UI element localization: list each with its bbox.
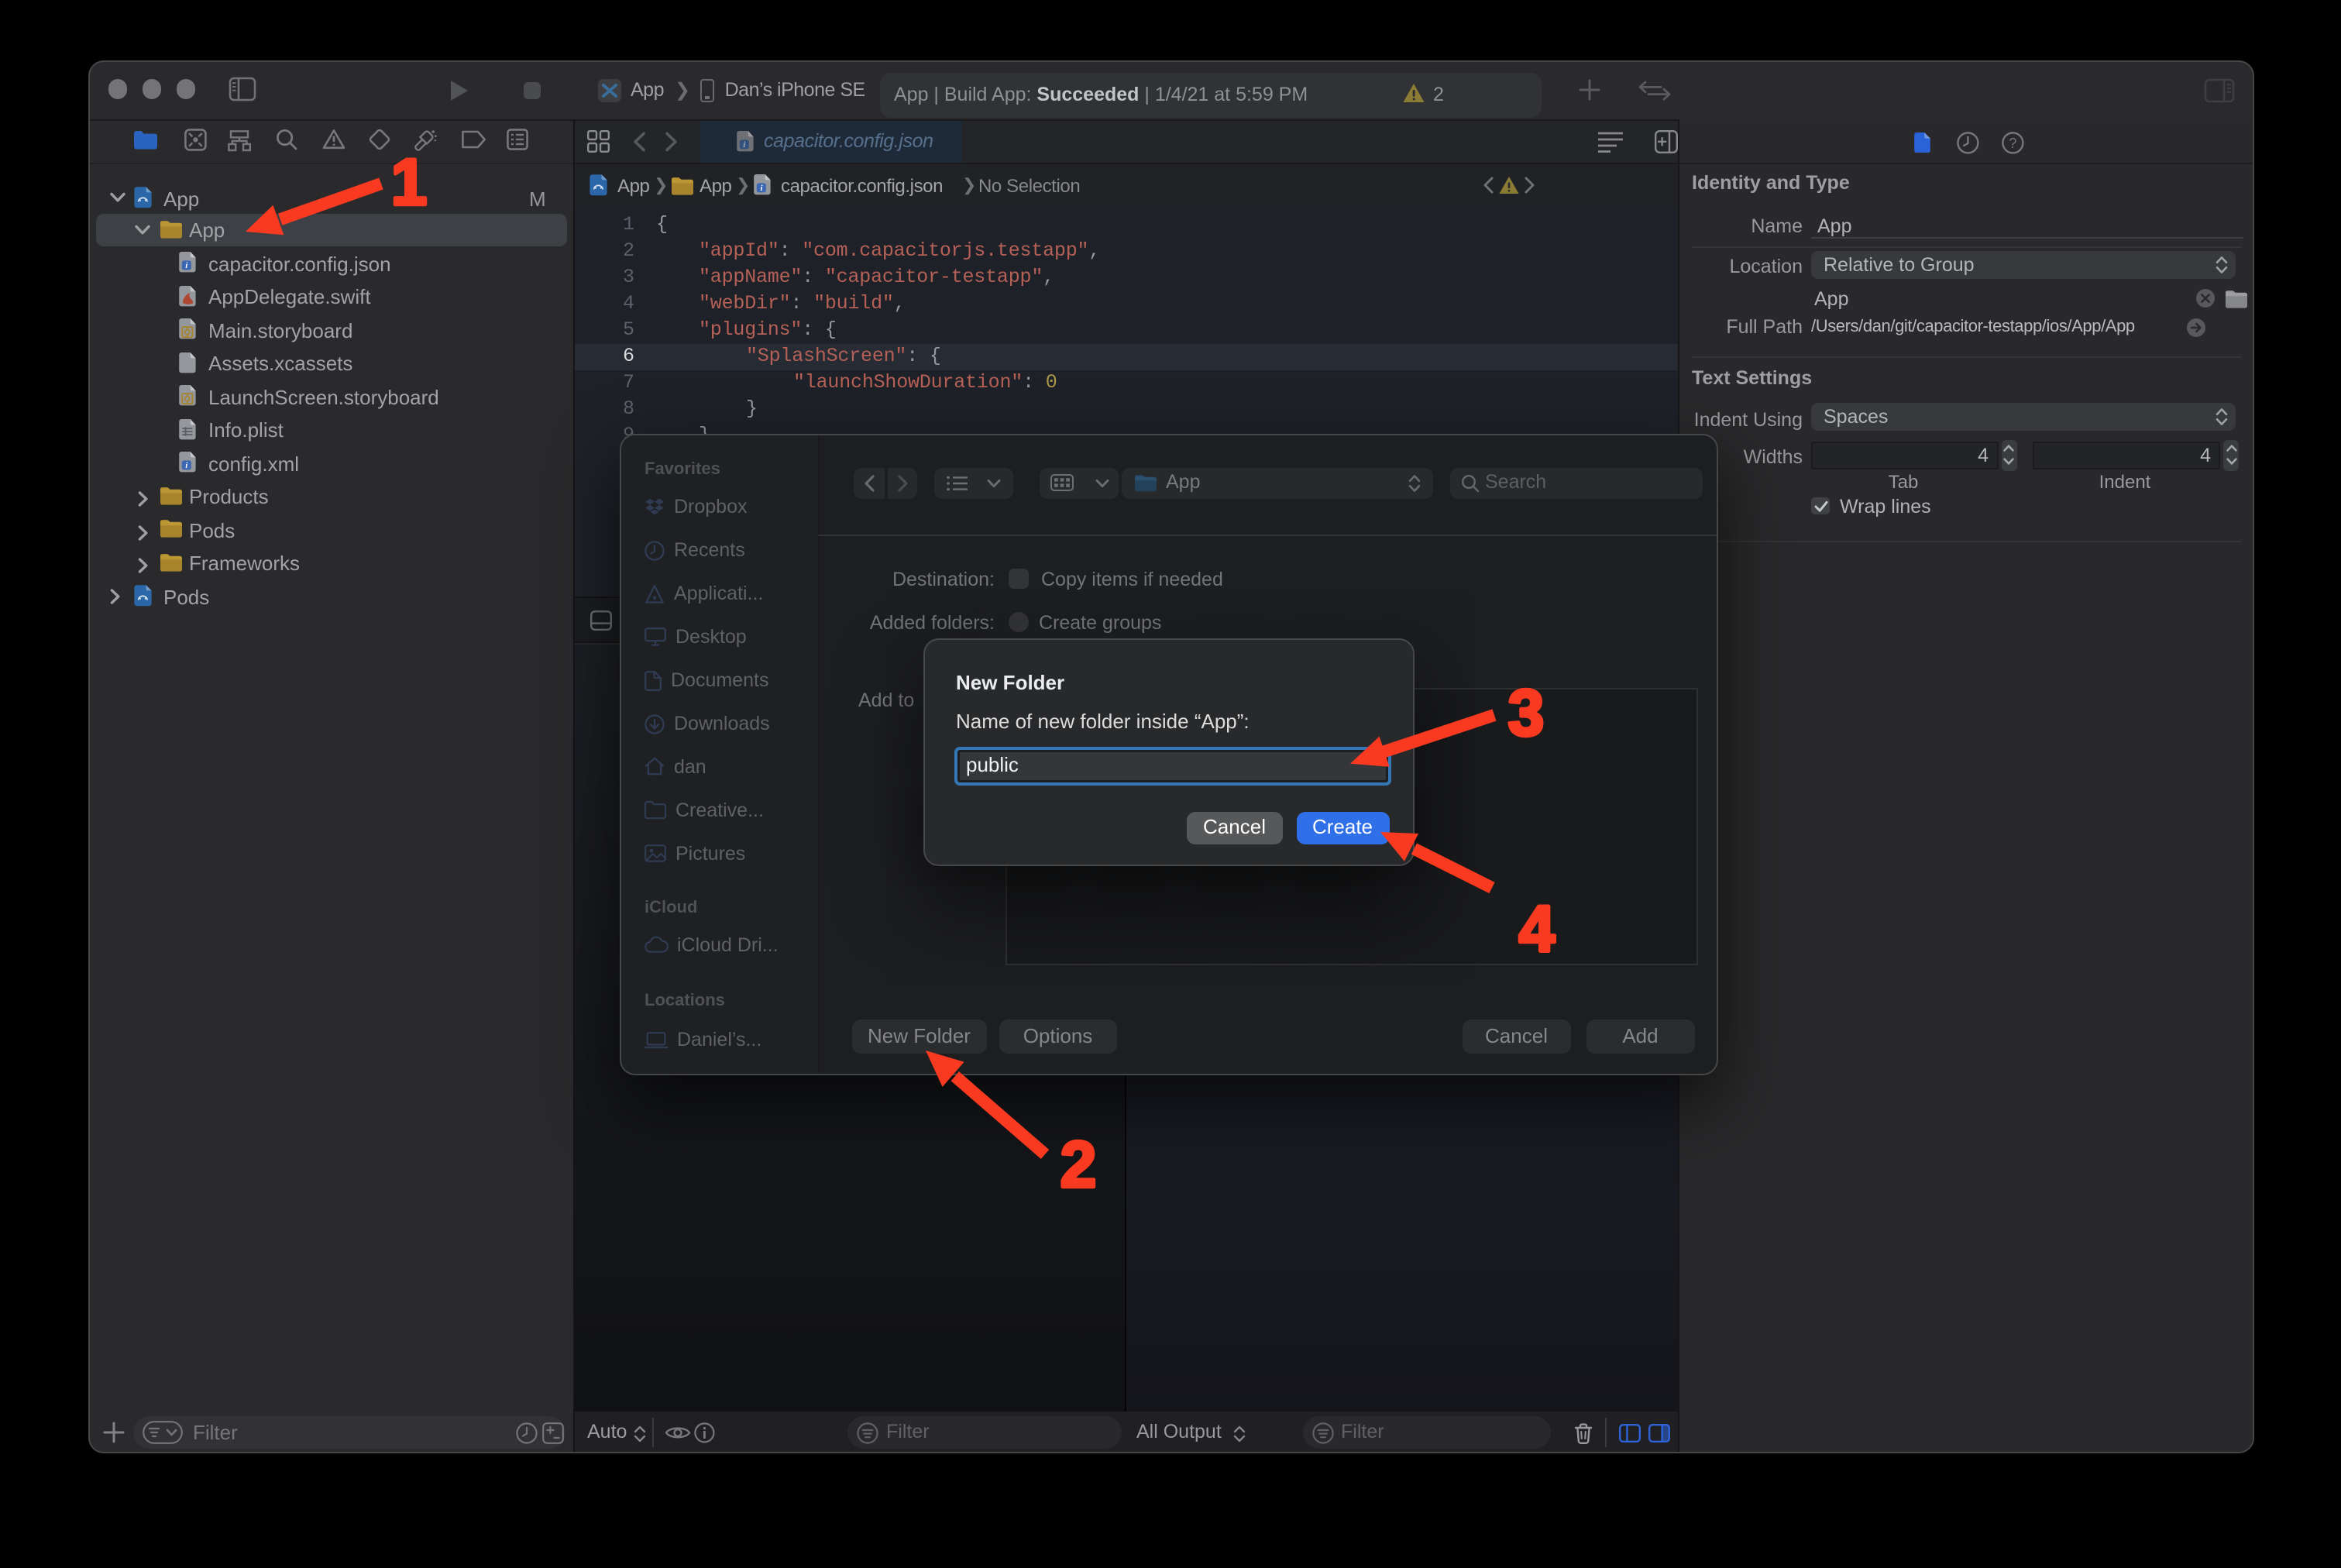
svg-text:1: 1	[391, 146, 428, 218]
svg-text:4: 4	[1519, 892, 1556, 965]
svg-text:3: 3	[1508, 676, 1545, 749]
svg-text:2: 2	[1060, 1128, 1097, 1201]
